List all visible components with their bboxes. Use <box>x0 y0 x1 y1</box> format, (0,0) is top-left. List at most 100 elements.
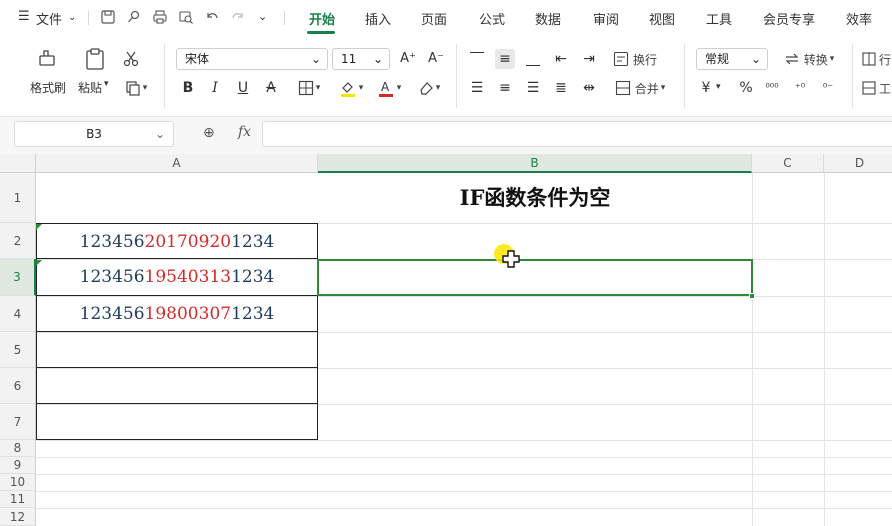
tab-insert[interactable]: 插入 <box>365 9 391 28</box>
column-header-c[interactable]: C <box>752 154 824 173</box>
row-header-6[interactable]: 6 <box>0 368 36 404</box>
error-indicator-icon[interactable] <box>36 260 42 266</box>
convert-chevron-icon[interactable]: ▾ <box>830 54 835 64</box>
align-bottom-icon[interactable]: ⎽ <box>523 49 543 69</box>
row-header-4[interactable]: 4 <box>0 296 36 332</box>
decrease-font-size-icon[interactable]: A⁻ <box>426 49 446 69</box>
decrease-decimal-icon[interactable]: ⁰⁻ <box>818 78 838 98</box>
name-box[interactable]: B3 ⌄ <box>14 121 174 147</box>
tab-view[interactable]: 视图 <box>649 9 675 28</box>
tab-review[interactable]: 审阅 <box>593 9 619 28</box>
redo-icon[interactable] <box>230 9 246 25</box>
row-header-11[interactable]: 11 <box>0 491 36 508</box>
cell-a7[interactable] <box>36 404 318 440</box>
row-header-9[interactable]: 9 <box>0 457 36 474</box>
justify-icon[interactable]: ≣ <box>551 78 571 98</box>
tab-member[interactable]: 会员专享 <box>763 9 815 28</box>
italic-icon[interactable]: I <box>205 78 225 98</box>
percent-icon[interactable]: % <box>736 78 756 98</box>
cell-a4[interactable]: 123456198003071234 <box>36 296 318 332</box>
column-header-b[interactable]: B <box>318 154 752 173</box>
tab-tools[interactable]: 工具 <box>706 9 732 28</box>
align-middle-icon[interactable]: ≡ <box>495 49 515 69</box>
copy-button[interactable]: ▾ <box>122 78 150 98</box>
clear-button[interactable]: ▾ <box>412 79 446 97</box>
copy-chevron-icon[interactable]: ▾ <box>143 83 148 93</box>
column-header-d[interactable]: D <box>824 154 892 173</box>
underline-icon[interactable]: U <box>233 78 253 98</box>
currency-icon[interactable]: ¥ <box>696 78 716 98</box>
cell-a6[interactable] <box>36 368 318 404</box>
error-indicator-icon[interactable] <box>36 224 42 230</box>
tab-page[interactable]: 页面 <box>421 9 447 28</box>
hamburger-icon[interactable]: ☰ <box>18 9 30 24</box>
increase-indent-icon[interactable]: ⇥ <box>579 49 599 69</box>
undo-icon[interactable] <box>204 9 220 25</box>
convert-button[interactable]: 转换 ▾ <box>778 50 840 68</box>
align-top-icon[interactable]: ⎺ <box>467 49 487 69</box>
row-header-1[interactable]: 1 <box>0 173 36 223</box>
font-color-button[interactable]: A ▾ <box>372 79 406 97</box>
clear-chevron-icon[interactable]: ▾ <box>436 83 441 93</box>
formula-input[interactable] <box>262 121 892 147</box>
print-preview-icon[interactable] <box>178 9 194 25</box>
cell-a5[interactable] <box>36 332 318 368</box>
fill-color-chevron-icon[interactable]: ▾ <box>359 83 364 93</box>
align-left-icon[interactable]: ☰ <box>467 78 487 98</box>
paste-label[interactable]: 粘贴 <box>78 79 102 96</box>
borders-button[interactable]: ▾ <box>292 79 326 97</box>
align-right-icon[interactable]: ☰ <box>523 78 543 98</box>
font-name-select[interactable]: 宋体 ⌄ <box>176 48 328 70</box>
worksheet-grid[interactable]: A B C D 1 2 3 4 5 6 7 8 9 10 11 12 IF函数条… <box>0 154 892 526</box>
zoom-function-icon[interactable]: ⊕ <box>203 125 215 141</box>
font-color-chevron-icon[interactable]: ▾ <box>397 83 402 93</box>
increase-font-size-icon[interactable]: A⁺ <box>398 49 418 69</box>
number-format-select[interactable]: 常规 ⌄ <box>696 48 768 70</box>
row-header-7[interactable]: 7 <box>0 404 36 440</box>
cell-a3[interactable]: 123456195403131234 <box>36 259 318 296</box>
strikethrough-icon[interactable]: A <box>261 78 281 98</box>
increase-decimal-icon[interactable]: ⁺⁰ <box>790 78 810 98</box>
merge-chevron-icon[interactable]: ▾ <box>661 83 666 93</box>
select-all-corner[interactable] <box>0 154 36 173</box>
fill-color-button[interactable]: ▾ <box>334 79 368 97</box>
row-header-12[interactable]: 12 <box>0 508 36 526</box>
cut-button[interactable] <box>120 48 142 70</box>
wrap-text-button[interactable]: 换行 <box>609 50 661 68</box>
format-painter-button[interactable] <box>34 46 60 72</box>
thousands-separator-icon[interactable]: ⁰⁰⁰ <box>762 78 782 98</box>
currency-chevron-icon[interactable]: ▾ <box>716 82 721 92</box>
worksheet-button[interactable]: 工 <box>862 79 892 97</box>
row-header-10[interactable]: 10 <box>0 474 36 491</box>
column-header-a[interactable]: A <box>36 154 318 173</box>
print-icon[interactable] <box>152 9 168 25</box>
file-menu-chevron-icon[interactable]: ⌄ <box>68 12 76 23</box>
insert-function-icon[interactable]: fx <box>238 124 251 140</box>
cell-a2[interactable]: 123456201709201234 <box>36 223 318 259</box>
bold-icon[interactable]: B <box>178 78 198 98</box>
name-box-chevron-icon[interactable]: ⌄ <box>155 122 165 146</box>
tab-data[interactable]: 数据 <box>535 9 561 28</box>
decrease-indent-icon[interactable]: ⇤ <box>551 49 571 69</box>
save-icon[interactable] <box>100 9 116 25</box>
row-header-5[interactable]: 5 <box>0 332 36 368</box>
paste-chevron-icon[interactable]: ▾ <box>104 79 109 89</box>
title-cell-b1[interactable]: IF函数条件为空 <box>318 173 752 223</box>
fill-handle[interactable] <box>749 293 755 299</box>
row-header-2[interactable]: 2 <box>0 223 36 259</box>
borders-chevron-icon[interactable]: ▾ <box>316 83 321 93</box>
file-menu[interactable]: 文件 <box>36 9 62 28</box>
merge-button[interactable]: 合并 ▾ <box>609 79 671 97</box>
row-header-3[interactable]: 3 <box>0 259 36 296</box>
active-cell-b3[interactable] <box>317 259 753 296</box>
row-header-8[interactable]: 8 <box>0 440 36 457</box>
distributed-align-icon[interactable]: ⇹ <box>579 78 599 98</box>
share-icon[interactable] <box>126 9 142 25</box>
quick-access-chevron-icon[interactable]: ⌄ <box>258 10 267 23</box>
tab-formula[interactable]: 公式 <box>479 9 505 28</box>
paste-button[interactable] <box>82 46 108 72</box>
tab-efficiency[interactable]: 效率 <box>846 9 872 28</box>
tab-home[interactable]: 开始 <box>309 9 335 28</box>
row-column-button[interactable]: 行 <box>862 50 892 68</box>
align-center-icon[interactable]: ≡ <box>495 78 515 98</box>
